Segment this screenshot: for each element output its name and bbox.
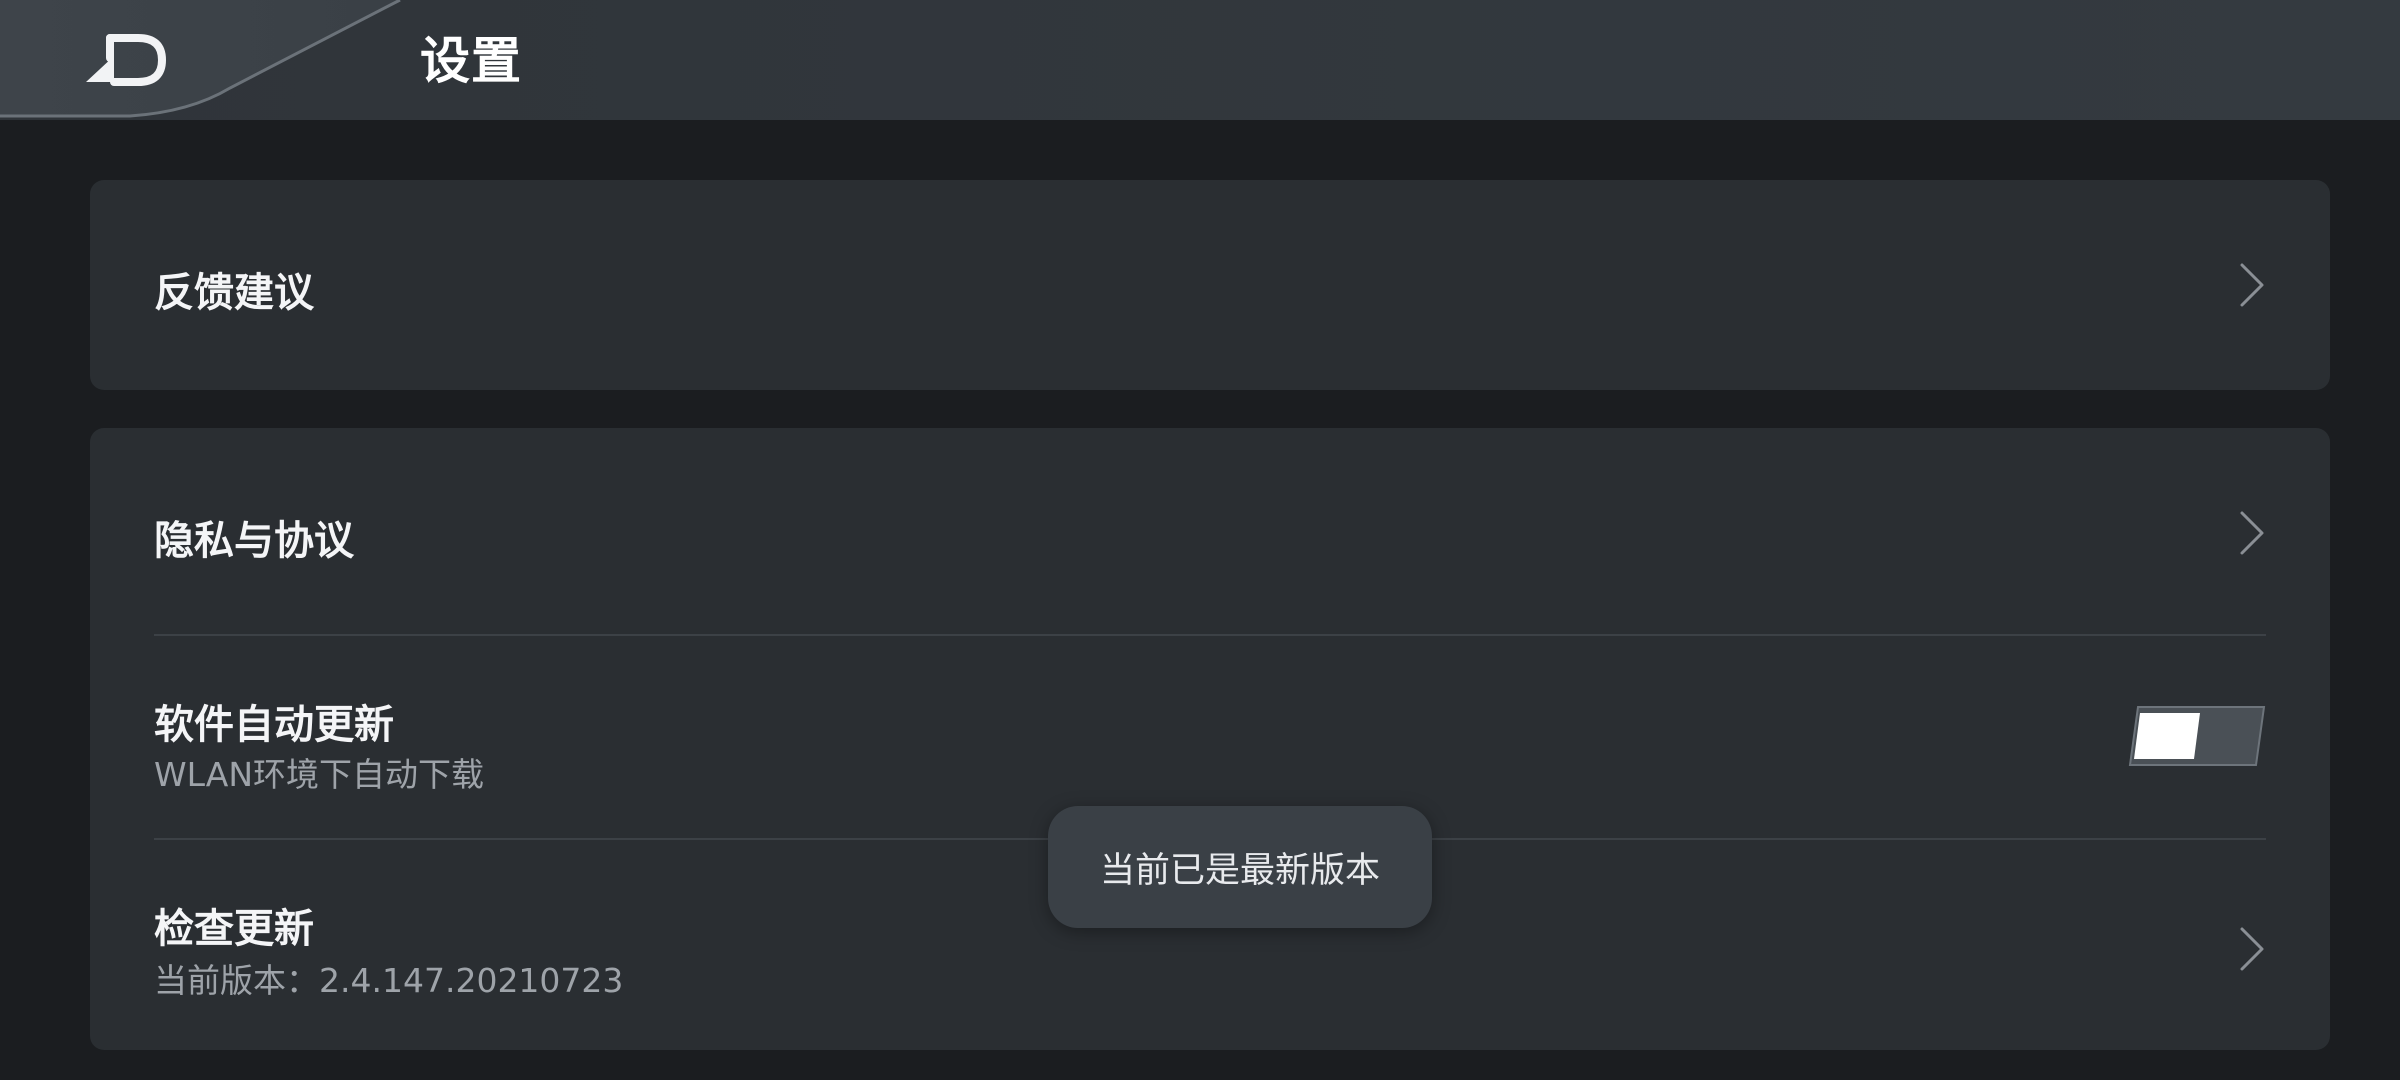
- chevron-right-icon: [2240, 511, 2264, 555]
- chevron-right-icon: [2240, 263, 2264, 307]
- toast-message: 当前已是最新版本: [1048, 806, 1432, 928]
- back-arrow-icon: [86, 34, 166, 86]
- feedback-title: 反馈建议: [154, 270, 314, 316]
- auto-update-title: 软件自动更新: [154, 702, 394, 748]
- auto-update-toggle[interactable]: [2128, 705, 2266, 767]
- privacy-title: 隐私与协议: [154, 518, 354, 564]
- chevron-right-icon: [2240, 927, 2264, 971]
- back-button[interactable]: [60, 20, 190, 100]
- page-title: 设置: [420, 32, 522, 90]
- auto-update-subtitle: WLAN环境下自动下载: [154, 755, 485, 794]
- settings-card-feedback: 反馈建议: [90, 180, 2330, 390]
- current-version-text: 当前版本：2.4.147.20210723: [154, 961, 624, 1000]
- top-bar: 设置: [0, 0, 2400, 120]
- check-update-title: 检查更新: [154, 906, 314, 952]
- feedback-row[interactable]: 反馈建议: [154, 180, 2266, 390]
- privacy-row[interactable]: 隐私与协议: [154, 428, 2266, 634]
- settings-card-general: 隐私与协议 软件自动更新 WLAN环境下自动下载 检查更新 当前版本：2.4.1…: [90, 428, 2330, 1050]
